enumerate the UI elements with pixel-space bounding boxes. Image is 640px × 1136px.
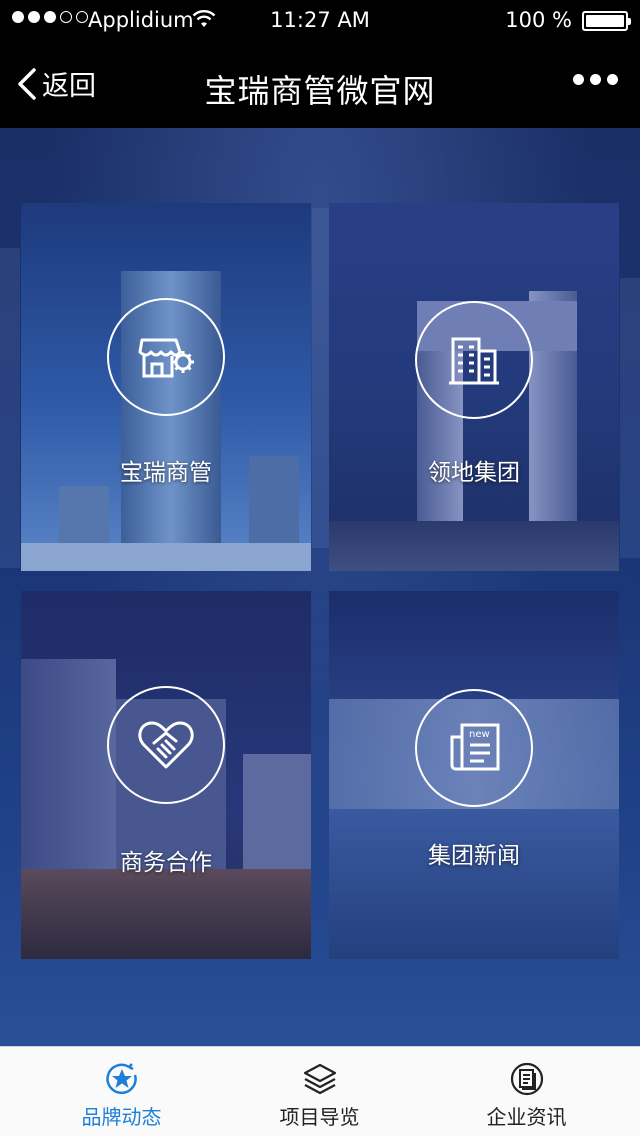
background-building bbox=[620, 278, 640, 558]
water-image bbox=[329, 809, 619, 959]
tile-label: 商务合作 bbox=[120, 850, 212, 876]
more-dot-icon bbox=[573, 74, 584, 85]
icon-circle bbox=[107, 298, 225, 416]
tab-bar: 品牌动态 项目导览 企业资讯 bbox=[0, 1046, 640, 1136]
tab-label: 企业资讯 bbox=[486, 1105, 567, 1129]
svg-text:new: new bbox=[469, 729, 490, 740]
icon-circle bbox=[415, 301, 533, 419]
icon-circle: new bbox=[415, 689, 533, 807]
tile-business-cooperation[interactable]: 商务合作 bbox=[21, 591, 311, 959]
handshake-heart-icon bbox=[138, 721, 194, 769]
street-image bbox=[21, 869, 311, 959]
tile-group-news[interactable]: new 集团新闻 bbox=[329, 591, 619, 959]
tile-lingdi-group[interactable]: 领地集团 bbox=[329, 203, 619, 571]
page-title: 宝瑞商管微官网 bbox=[204, 72, 436, 110]
tab-project-guide[interactable]: 项目导览 bbox=[213, 1047, 426, 1136]
storefront-gear-icon bbox=[138, 338, 194, 378]
main-content: 宝瑞商管 领地集团 商务合作 new 集团新闻 bbox=[0, 128, 640, 1046]
tab-label: 品牌动态 bbox=[81, 1105, 162, 1129]
icon-circle bbox=[107, 686, 225, 804]
document-icon bbox=[510, 1062, 543, 1096]
battery-icon bbox=[582, 11, 631, 31]
layers-icon bbox=[303, 1063, 336, 1095]
tile-label: 领地集团 bbox=[428, 460, 520, 486]
newspaper-icon: new bbox=[450, 723, 500, 771]
buildings-icon bbox=[449, 337, 499, 385]
tab-brand-news[interactable]: 品牌动态 bbox=[15, 1047, 228, 1136]
tab-label: 项目导览 bbox=[279, 1105, 360, 1129]
street-image bbox=[21, 543, 311, 571]
star-badge-icon bbox=[105, 1063, 137, 1095]
battery-percentage: 100 % bbox=[505, 8, 572, 32]
more-options-button[interactable] bbox=[573, 74, 618, 85]
tile-baorui-commercial[interactable]: 宝瑞商管 bbox=[21, 203, 311, 571]
more-dot-icon bbox=[607, 74, 618, 85]
more-dot-icon bbox=[590, 74, 601, 85]
background-building bbox=[312, 208, 330, 548]
navigation-bar: 返回 宝瑞商管微官网 bbox=[0, 40, 640, 128]
status-bar: Applidium 11:27 AM 100 % bbox=[0, 0, 640, 40]
tab-enterprise-info[interactable]: 企业资讯 bbox=[420, 1047, 633, 1136]
street-image bbox=[329, 521, 619, 571]
tile-label: 集团新闻 bbox=[428, 843, 520, 869]
background-building bbox=[0, 248, 20, 568]
tile-label: 宝瑞商管 bbox=[120, 460, 212, 486]
